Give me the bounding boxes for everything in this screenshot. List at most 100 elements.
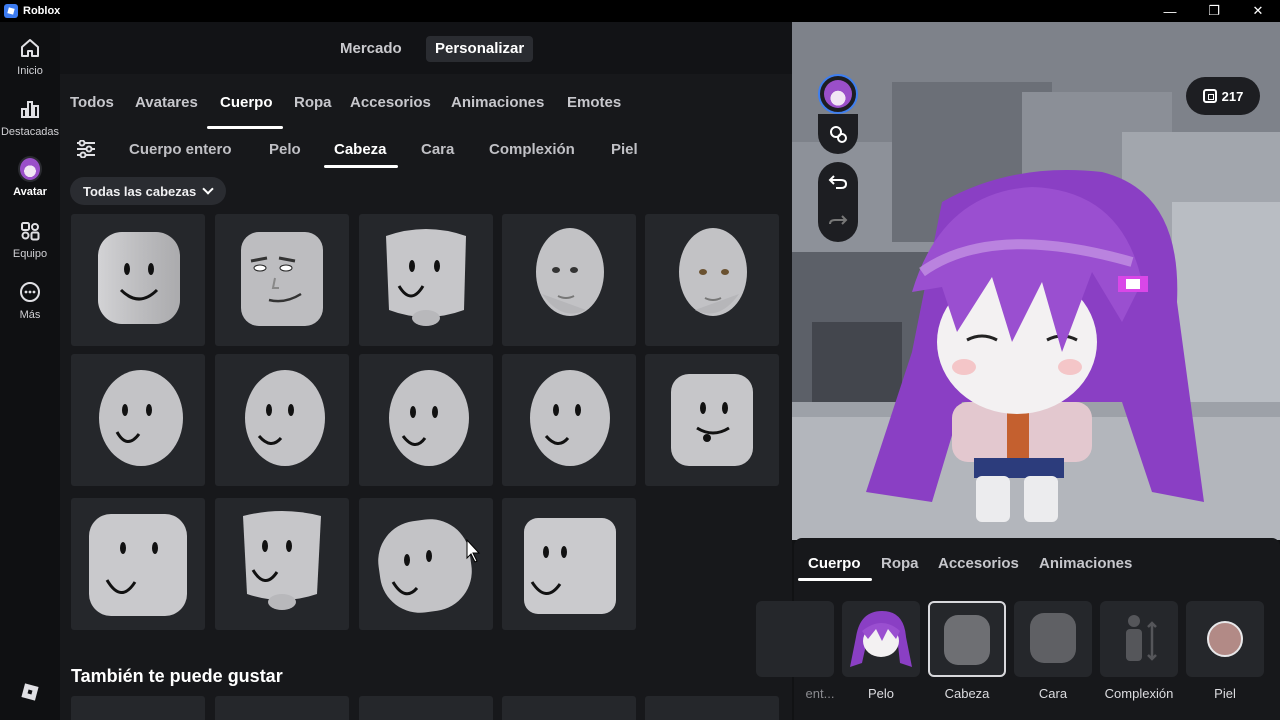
head-item-round-4[interactable] [502, 354, 636, 486]
heads-filter-dropdown[interactable]: Todas las cabezas [70, 177, 226, 205]
subtab-pelo[interactable]: Pelo [269, 141, 301, 158]
top-header: Mercado Personalizar [60, 22, 792, 74]
slot-label-cara: Cara [1038, 686, 1068, 701]
bottom-active-tab-underline [798, 578, 872, 581]
chart-icon [18, 97, 42, 121]
team-icon [18, 219, 42, 243]
section-title-recommended: También te puede gustar [71, 666, 283, 686]
nav-label-mas: Más [19, 309, 41, 321]
avatar-icon [18, 156, 42, 182]
head-item-round-2[interactable] [215, 354, 349, 486]
recommended-item[interactable] [215, 696, 349, 720]
robux-balance[interactable]: 217 [1186, 77, 1260, 115]
slot-cara[interactable] [1014, 601, 1092, 677]
bottom-tab-cuerpo[interactable]: Cuerpo [808, 555, 861, 572]
subtab-complexion[interactable]: Complexión [489, 141, 575, 158]
dropdown-label: Todas las cabezas [83, 183, 197, 199]
undo-icon [828, 175, 848, 189]
nav-label-destacadas: Destacadas [0, 126, 60, 138]
catalog-panel: Todos Avatares Cuerpo Ropa Accesorios An… [60, 74, 792, 720]
recommended-item[interactable] [71, 696, 205, 720]
slot-label-cabeza: Cabeza [944, 686, 990, 701]
tab-avatares[interactable]: Avatares [135, 94, 198, 111]
slot-cabeza[interactable] [928, 601, 1006, 677]
head-item-classic[interactable] [71, 214, 205, 346]
nav-item-equipo[interactable]: Equipo [0, 219, 60, 260]
nav-label-inicio: Inicio [17, 65, 43, 77]
active-tab-underline [207, 126, 283, 129]
minimize-button[interactable]: — [1148, 0, 1192, 22]
avatar-thumbnail-button[interactable] [818, 74, 858, 114]
maximize-button[interactable]: ❐ [1192, 0, 1236, 22]
filter-sliders-icon[interactable] [76, 139, 96, 159]
recommended-item[interactable] [645, 696, 779, 720]
slot-label-piel: Piel [1214, 686, 1236, 701]
tab-todos[interactable]: Todos [70, 94, 114, 111]
nav-item-inicio[interactable]: Inicio [0, 36, 60, 77]
bottom-tab-accesorios[interactable]: Accesorios [938, 555, 1019, 572]
tab-animaciones[interactable]: Animaciones [451, 94, 544, 111]
title-bar: Roblox — ❐ ✕ [0, 0, 1280, 22]
robux-icon [1202, 89, 1217, 103]
tab-mercado[interactable]: Mercado [331, 36, 411, 62]
subtab-cuerpo-entero[interactable]: Cuerpo entero [129, 141, 232, 158]
home-icon [18, 36, 42, 60]
avatar-settings-button[interactable] [818, 114, 858, 154]
current-outfit-panel: Cuerpo Ropa Accesorios Animaciones ent..… [756, 538, 1280, 720]
bottom-tab-ropa[interactable]: Ropa [881, 555, 919, 572]
slot-piel[interactable] [1186, 601, 1264, 677]
subtab-piel[interactable]: Piel [611, 141, 638, 158]
recommended-item[interactable] [502, 696, 636, 720]
tab-emotes[interactable]: Emotes [567, 94, 621, 111]
recommended-item[interactable] [359, 696, 493, 720]
redo-button[interactable] [818, 202, 858, 242]
head-item-block-1[interactable] [71, 498, 205, 630]
active-subtab-underline [324, 165, 398, 168]
tab-ropa[interactable]: Ropa [294, 94, 332, 111]
roblox-app-icon [4, 4, 18, 18]
undo-button[interactable] [818, 162, 858, 202]
avatar-gear-icon [830, 126, 847, 143]
nav-item-mas[interactable]: Más [0, 280, 60, 321]
head-item-man-face[interactable] [215, 214, 349, 346]
head-item-block-2[interactable] [215, 498, 349, 630]
head-item-block-3[interactable] [502, 498, 636, 630]
head-item-cylinder[interactable] [359, 214, 493, 346]
robux-amount: 217 [1221, 88, 1244, 104]
body-scale-icon [1126, 615, 1157, 661]
redo-icon [829, 215, 848, 225]
tab-cuerpo[interactable]: Cuerpo [220, 94, 273, 111]
bottom-tab-animaciones[interactable]: Animaciones [1039, 555, 1132, 572]
skin-color-swatch [1207, 621, 1243, 657]
head-item-tongue[interactable] [645, 354, 779, 486]
face-thumbnail-icon [1030, 613, 1076, 663]
slot-label-complexion: Complexión [1104, 686, 1174, 701]
slot-complexion[interactable] [1100, 601, 1178, 677]
left-navigation: Inicio Destacadas Avatar Equipo Más [0, 22, 60, 720]
roblox-logo[interactable] [20, 682, 40, 707]
avatar-3d-viewport[interactable]: 217 [792, 22, 1280, 540]
slot-pelo[interactable] [842, 601, 920, 677]
nav-item-avatar[interactable]: Avatar [0, 156, 60, 198]
slot-label-pelo: Pelo [867, 686, 895, 701]
head-item-tilted[interactable] [359, 498, 493, 630]
chevron-down-icon [202, 183, 214, 195]
nav-label-equipo: Equipo [12, 248, 48, 260]
window-title: Roblox [23, 5, 61, 17]
slot-cuerpo-entero[interactable] [756, 601, 834, 677]
tab-accesorios[interactable]: Accesorios [350, 94, 431, 111]
close-button[interactable]: ✕ [1236, 0, 1280, 22]
more-icon [18, 280, 42, 304]
tab-personalizar[interactable]: Personalizar [426, 36, 534, 62]
avatar-thumbnail-icon [824, 80, 852, 108]
head-item-realistic-right[interactable] [645, 214, 779, 346]
head-thumbnail-icon [944, 615, 990, 665]
subtab-cabeza[interactable]: Cabeza [334, 141, 387, 158]
head-item-round-3[interactable] [359, 354, 493, 486]
hair-thumbnail-icon [850, 611, 912, 667]
subtab-cara[interactable]: Cara [421, 141, 454, 158]
head-item-round-1[interactable] [71, 354, 205, 486]
head-item-realistic-left[interactable] [502, 214, 636, 346]
nav-item-destacadas[interactable]: Destacadas [0, 97, 60, 138]
slot-label-cuerpo-entero: ent... [805, 686, 835, 701]
